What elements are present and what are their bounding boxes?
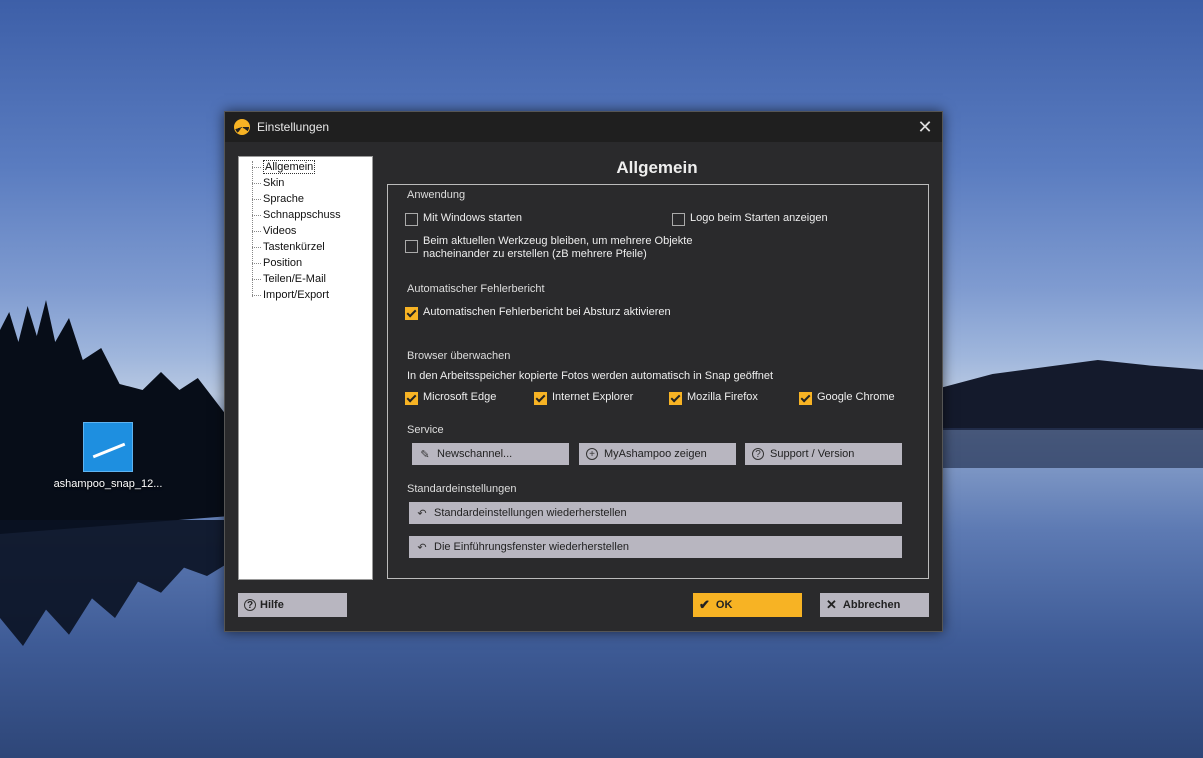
nav-item-import-export[interactable]: Import/Export [239,287,372,303]
checkbox-box[interactable] [405,240,418,253]
desktop-shortcut-label: ashampoo_snap_12... [53,478,163,490]
checkmark-icon: ✔ [699,597,710,612]
checkbox-box-checked[interactable] [405,307,418,320]
restore-defaults-button[interactable]: ↶ Standardeinstellungen wiederherstellen [409,502,902,524]
button-label: Abbrechen [842,599,901,611]
undo-arrow-icon: ↶ [417,541,427,554]
nav-item-skin[interactable]: Skin [239,175,372,191]
settings-panel: Anwendung Mit Windows starten Logo beim … [387,184,929,579]
checkbox-microsoft-edge[interactable]: Microsoft Edge [405,391,496,405]
button-label: MyAshampoo zeigen [604,448,707,460]
checkbox-internet-explorer[interactable]: Internet Explorer [534,391,633,405]
help-circle-icon: ? [244,599,256,611]
settings-dialog: Einstellungen ✕ Allgemein Skin Sprache S… [224,111,943,632]
panel-title: Allgemein [616,158,698,177]
nav-item-teilen-email[interactable]: Teilen/E-Mail [239,271,372,287]
checkbox-label: Logo beim Starten anzeigen [690,212,828,224]
browser-description: In den Arbeitsspeicher kopierte Fotos we… [407,370,774,382]
ashampoo-snap-icon [83,422,133,472]
nav-label: Schnappschuss [263,209,341,221]
nav-label: Skin [263,177,285,189]
button-label: Die Einführungsfenster wiederherstellen [434,541,630,553]
checkbox-label: Mit Windows starten [423,212,523,224]
cancel-button[interactable]: ✕ Abbrechen [820,593,929,617]
desktop-wallpaper-water [940,428,1203,468]
checkbox-box[interactable] [405,213,418,226]
plus-circle-icon: + [585,447,599,461]
nav-label: Teilen/E-Mail [263,273,326,285]
nav-label: Position [263,257,303,269]
section-heading-standard: Standardeinstellungen [407,483,517,495]
section-heading-fehlerbericht: Automatischer Fehlerbericht [407,283,545,295]
close-button[interactable]: ✕ [916,118,934,136]
help-circle-icon: ? [751,447,765,461]
nav-label: Tastenkürzel [263,241,325,253]
desktop-wallpaper-reflection [0,520,230,646]
nav-label: Videos [263,225,297,237]
undo-arrow-icon: ↶ [417,507,427,520]
checkbox-mozilla-firefox[interactable]: Mozilla Firefox [669,391,758,405]
checkbox-box[interactable] [672,213,685,226]
app-logo-icon [234,119,250,135]
nav-item-position[interactable]: Position [239,255,372,271]
section-heading-service: Service [407,424,444,436]
button-label: Standardeinstellungen wiederherstellen [434,507,627,519]
section-heading-anwendung: Anwendung [407,189,466,201]
checkbox-werkzeug-bleiben[interactable]: Beim aktuellen Werkzeug bleiben, um mehr… [405,235,692,261]
section-heading-browser: Browser überwachen [407,350,511,362]
nav-item-schnappschuss[interactable]: Schnappschuss [239,207,372,223]
checkbox-label: Google Chrome [817,391,895,403]
ok-button[interactable]: ✔ OK [693,593,802,617]
checkbox-label: Automatischen Fehlerbericht bei Absturz … [423,306,671,318]
desktop-shortcut[interactable]: ashampoo_snap_12... [48,422,168,490]
nav-label: Import/Export [263,289,330,301]
checkbox-fehlerbericht-aktivieren[interactable]: Automatischen Fehlerbericht bei Absturz … [405,306,671,320]
checkbox-box-checked[interactable] [534,392,547,405]
support-version-button[interactable]: ? Support / Version [745,443,902,465]
button-label: Support / Version [770,448,855,460]
restore-intro-windows-button[interactable]: ↶ Die Einführungsfenster wiederherstelle… [409,536,902,558]
nav-item-tastenkuerzel[interactable]: Tastenkürzel [239,239,372,255]
nav-item-allgemein[interactable]: Allgemein [239,159,372,175]
checkbox-logo-anzeigen[interactable]: Logo beim Starten anzeigen [672,212,828,226]
newschannel-button[interactable]: ✎ Newschannel... [412,443,569,465]
help-button[interactable]: ? Hilfe [238,593,347,617]
desktop-wallpaper-hills [940,360,1203,430]
settings-nav-tree: Allgemein Skin Sprache Schnappschuss Vid… [238,156,373,580]
checkbox-label: Internet Explorer [552,391,634,403]
checkbox-mit-windows-starten[interactable]: Mit Windows starten [405,212,522,226]
x-icon: ✕ [826,597,837,612]
nav-item-videos[interactable]: Videos [239,223,372,239]
myashampoo-button[interactable]: + MyAshampoo zeigen [579,443,736,465]
checkbox-google-chrome[interactable]: Google Chrome [799,391,895,405]
checkbox-label: Microsoft Edge [423,391,497,403]
nav-label: Sprache [263,193,304,205]
nav-label: Allgemein [263,160,316,174]
title-bar[interactable]: Einstellungen ✕ [225,112,942,142]
dialog-title: Einstellungen [257,120,330,134]
button-label: Newschannel... [437,448,513,460]
checkbox-label: Mozilla Firefox [687,391,758,403]
checkbox-label: Beim aktuellen Werkzeug bleiben, um mehr… [423,235,692,261]
button-label: Hilfe [260,599,284,611]
button-label: OK [715,599,733,611]
checkbox-box-checked[interactable] [669,392,682,405]
nav-item-sprache[interactable]: Sprache [239,191,372,207]
checkbox-box-checked[interactable] [799,392,812,405]
pen-icon: ✎ [420,448,430,461]
checkbox-label-line2: nacheinander zu erstellen (zB mehrere Pf… [423,248,647,260]
checkbox-label-line1: Beim aktuellen Werkzeug bleiben, um mehr… [423,235,693,247]
checkbox-box-checked[interactable] [405,392,418,405]
